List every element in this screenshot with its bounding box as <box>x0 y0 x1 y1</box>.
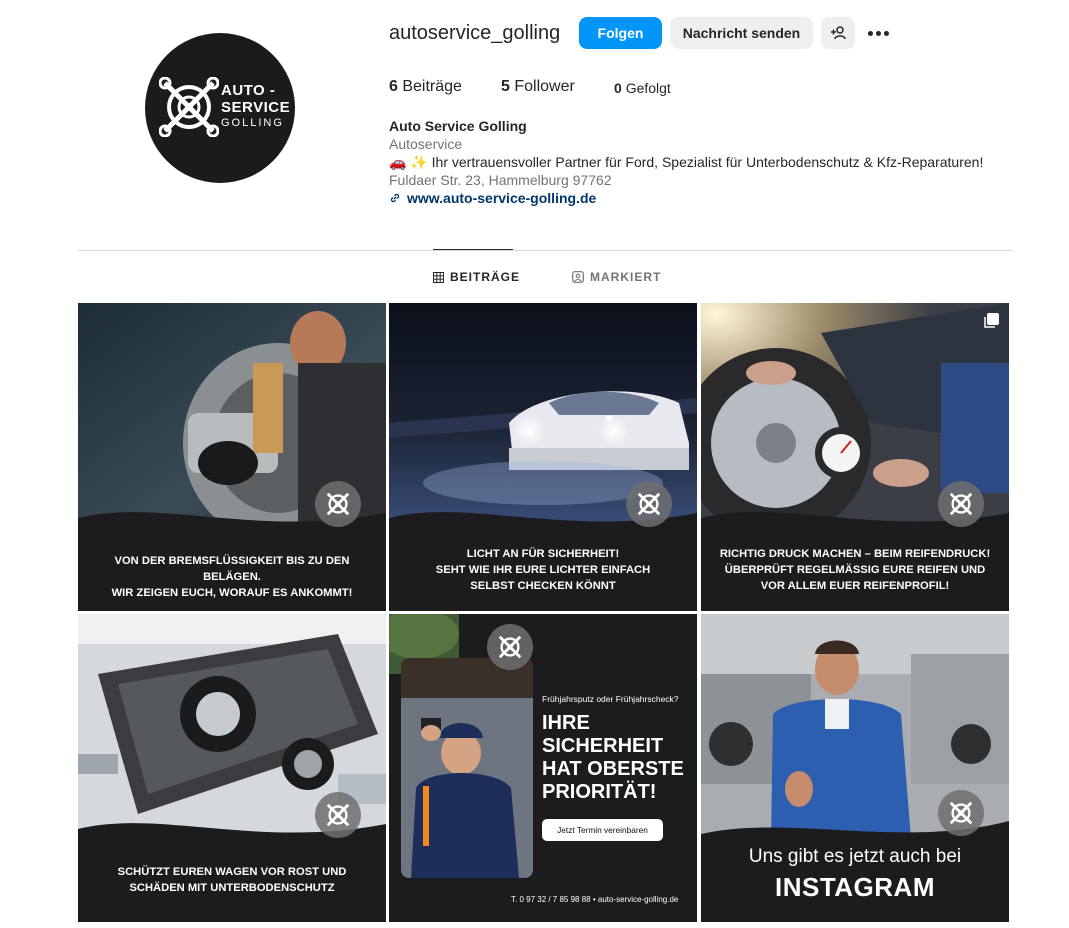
appointment-cta: Jetzt Termin vereinbaren <box>542 819 663 841</box>
post-tile[interactable]: VON DER BREMSFLÜSSIGKEIT BIS ZU DEN BELÄ… <box>78 303 386 611</box>
wheel-wrench-logo-icon <box>326 803 350 827</box>
post-caption: RICHTIG DRUCK MACHEN – BEIM REIFENDRUCK!… <box>711 546 999 594</box>
badge-logo <box>938 790 984 836</box>
wheel-wrench-logo-icon <box>159 77 219 137</box>
badge-logo <box>315 792 361 838</box>
headline-line: PRIORITÄT! <box>542 781 657 803</box>
stat-following[interactable]: 0 Gefolgt <box>614 80 671 96</box>
logo-line-1: AUTO - <box>221 82 276 99</box>
post-caption: SCHÜTZT EUREN WAGEN VOR ROST UND SCHÄDEN… <box>88 864 376 896</box>
stat-posts: 6 Beiträge <box>389 78 462 96</box>
badge-logo <box>487 624 533 670</box>
tab-tagged[interactable]: MARKIERT <box>572 270 661 284</box>
logo-line-3: GOLLING <box>221 117 284 129</box>
promo-subtitle: Uns gibt es jetzt auch bei <box>748 846 962 867</box>
bio-description: 🚗 ✨ Ihr vertrauensvoller Partner für For… <box>389 154 984 170</box>
bio-name: Auto Service Golling <box>389 118 527 134</box>
tab-tagged-label: MARKIERT <box>590 270 662 284</box>
caption-line: SEHT WIE IHR EURE LICHTER EINFACH <box>435 564 651 576</box>
profile-avatar[interactable]: AUTO - SERVICE GOLLING <box>145 33 295 183</box>
post-tile[interactable]: Uns gibt es jetzt auch bei INSTAGRAM <box>701 614 1009 922</box>
bio-website-link[interactable]: www.auto-service-golling.de <box>389 189 983 207</box>
post-question: Frühjahrsputz oder Frühjahrscheck? <box>542 694 679 704</box>
add-user-icon <box>831 26 846 40</box>
avatar-logo-text: AUTO - SERVICE GOLLING <box>221 83 291 129</box>
more-options-icon[interactable] <box>866 22 892 44</box>
bio-website-text: www.auto-service-golling.de <box>407 190 597 206</box>
post-tile[interactable]: RICHTIG DRUCK MACHEN – BEIM REIFENDRUCK!… <box>701 303 1009 611</box>
follow-button[interactable]: Folgen <box>579 17 662 49</box>
post-headline: IHRE SICHERHEIT HAT OBERSTE PRIORITÄT! <box>542 712 692 804</box>
following-count: 0 <box>614 80 622 96</box>
headline-line: SICHERHEIT <box>542 735 664 757</box>
posts-label: Beiträge <box>402 78 462 95</box>
post-tile[interactable]: LICHT AN FÜR SICHERHEIT! SEHT WIE IHR EU… <box>389 303 697 611</box>
caption-line: LICHT AN FÜR SICHERHEIT! <box>466 548 620 560</box>
badge-logo <box>315 481 361 527</box>
posts-count: 6 <box>389 78 398 95</box>
headline-line: HAT OBERSTE <box>542 758 684 780</box>
tagged-icon <box>572 271 584 283</box>
badge-logo <box>626 481 672 527</box>
tab-posts-label: BEITRÄGE <box>450 270 521 284</box>
post-tile[interactable]: SCHÜTZT EUREN WAGEN VOR ROST UND SCHÄDEN… <box>78 614 386 922</box>
caption-line: WIR ZEIGEN EUCH, WORAUF ES ANKOMMT! <box>111 587 353 599</box>
headline-line: IHRE <box>542 712 590 734</box>
bio-address: Fuldaer Str. 23, Hammelburg 97762 <box>389 172 612 188</box>
caption-line: SCHÄDEN MIT UNTERBODENSCHUTZ <box>129 882 335 894</box>
carousel-icon <box>984 313 999 328</box>
promo-title: INSTAGRAM <box>774 872 935 902</box>
profile-divider <box>78 250 1013 251</box>
caption-line: RICHTIG DRUCK MACHEN – BEIM REIFENDRUCK! <box>719 548 991 560</box>
logo-line-2: SERVICE <box>221 99 291 116</box>
caption-line: VOR ALLEM EUER REIFENPROFIL! <box>760 580 950 592</box>
stat-followers[interactable]: 5 Follower <box>501 78 575 96</box>
wheel-wrench-logo-icon <box>949 492 973 516</box>
suggest-user-button[interactable] <box>821 17 855 49</box>
wheel-wrench-logo-icon <box>326 492 350 516</box>
tab-posts[interactable]: BEITRÄGE <box>433 270 520 284</box>
wheel-wrench-logo-icon <box>498 635 522 659</box>
post-contact-info: T. 0 97 32 / 7 85 98 88 • auto-service-g… <box>511 895 679 904</box>
wheel-wrench-logo-icon <box>949 801 973 825</box>
followers-label: Follower <box>514 78 575 95</box>
post-caption: LICHT AN FÜR SICHERHEIT! SEHT WIE IHR EU… <box>399 546 687 594</box>
caption-line: SELBST CHECKEN KÖNNT <box>470 580 616 592</box>
post-tile[interactable]: Frühjahrsputz oder Frühjahrscheck? IHRE … <box>389 614 697 922</box>
bio-category: Autoservice <box>389 136 463 152</box>
caption-line: SCHÜTZT EUREN WAGEN VOR ROST UND <box>117 866 347 878</box>
link-icon <box>390 193 400 203</box>
wheel-wrench-logo-icon <box>637 492 661 516</box>
post-image-mechanic <box>401 658 533 878</box>
grid-icon <box>433 271 444 283</box>
caption-line: VON DER BREMSFLÜSSIGKEIT BIS ZU DEN BELÄ… <box>114 555 350 583</box>
send-message-button[interactable]: Nachricht senden <box>670 17 813 49</box>
profile-username: autoservice_golling <box>389 22 561 44</box>
profile-bio: Auto Service Golling Autoservice 🚗 ✨ Ihr… <box>389 117 983 207</box>
followers-count: 5 <box>501 78 510 95</box>
badge-logo <box>938 481 984 527</box>
post-caption: VON DER BREMSFLÜSSIGKEIT BIS ZU DEN BELÄ… <box>88 553 376 601</box>
caption-line: ÜBERPRÜFT REGELMÄSSIG EURE REIFEN UND <box>724 564 986 576</box>
active-tab-indicator <box>433 249 513 250</box>
following-label: Gefolgt <box>625 80 671 96</box>
